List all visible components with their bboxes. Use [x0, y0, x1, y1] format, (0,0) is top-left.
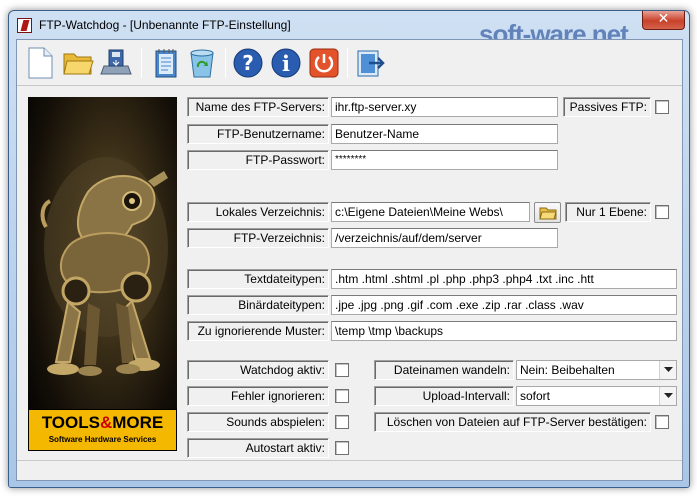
- ftp-password-input[interactable]: ********: [331, 150, 558, 170]
- exit-button[interactable]: [353, 46, 387, 80]
- local-directory-label: Lokales Verzeichnis:: [187, 202, 329, 222]
- close-button[interactable]: ✕: [642, 11, 685, 30]
- convert-names-select[interactable]: Nein: Beibehalten: [516, 360, 677, 380]
- robot-dog-image: [28, 97, 177, 451]
- play-sounds-checkbox[interactable]: [335, 415, 349, 429]
- ftp-username-input[interactable]: Benutzer-Name: [331, 124, 558, 144]
- log-button[interactable]: [149, 46, 183, 80]
- save-button[interactable]: [99, 46, 133, 80]
- chevron-down-icon[interactable]: [659, 387, 676, 405]
- browse-folder-button[interactable]: [534, 202, 561, 223]
- toolbar: ? i: [17, 40, 682, 86]
- logo-subtitle: Software Hardware Services: [48, 435, 157, 444]
- title-bar[interactable]: FTP-Watchdog - [Unbenannte FTP-Einstellu…: [9, 11, 689, 39]
- new-icon: [28, 47, 53, 79]
- ignore-patterns-label: Zu ignorierende Muster:: [187, 321, 329, 341]
- server-name-input[interactable]: ihr.ftp-server.xy: [331, 97, 558, 117]
- text-filetypes-label: Textdateitypen:: [187, 269, 329, 289]
- upload-interval-value: sofort: [520, 389, 551, 403]
- upload-interval-label: Upload-Intervall:: [374, 386, 514, 406]
- ignore-errors-checkbox[interactable]: [335, 389, 349, 403]
- power-icon: [309, 48, 339, 78]
- info-icon: i: [271, 48, 301, 78]
- play-sounds-label: Sounds abspielen:: [187, 412, 329, 432]
- ftp-username-label: FTP-Benutzername:: [187, 124, 329, 144]
- autostart-label: Autostart aktiv:: [187, 438, 329, 458]
- logo-ampersand: &: [99, 413, 113, 432]
- client-area: ? i TOOLS&MORE Software Hardware Service…: [16, 39, 683, 481]
- refresh-recycle-icon: [190, 49, 214, 78]
- logo-word-more: MORE: [112, 413, 164, 432]
- ftp-directory-input[interactable]: /verzeichnis/auf/dem/server: [331, 228, 558, 248]
- folder-icon: [538, 207, 557, 219]
- ignore-patterns-input[interactable]: \temp \tmp \backups: [331, 321, 677, 341]
- one-level-checkbox[interactable]: [655, 205, 669, 219]
- server-name-label: Name des FTP-Servers:: [187, 97, 329, 117]
- passive-ftp-checkbox[interactable]: [655, 100, 669, 114]
- toolbar-separator: [347, 48, 348, 78]
- app-icon[interactable]: [17, 18, 32, 33]
- text-filetypes-input[interactable]: .htm .html .shtml .pl .php .php3 .php4 .…: [331, 269, 677, 289]
- watchdog-active-checkbox[interactable]: [335, 363, 349, 377]
- svg-text:?: ?: [242, 51, 254, 75]
- ignore-errors-label: Fehler ignorieren:: [187, 386, 329, 406]
- open-button[interactable]: [61, 46, 95, 80]
- refresh-button[interactable]: [185, 46, 219, 80]
- svg-text:i: i: [282, 51, 290, 76]
- tools-and-more-logo: TOOLS&MORE Software Hardware Services: [28, 409, 177, 451]
- status-bar: [17, 460, 682, 480]
- one-level-label: Nur 1 Ebene:: [565, 202, 651, 222]
- passive-ftp-label: Passives FTP:: [563, 97, 651, 117]
- help-button[interactable]: ?: [231, 46, 265, 80]
- chevron-down-icon[interactable]: [659, 361, 676, 379]
- save-disk-icon: [100, 49, 132, 75]
- confirm-delete-label: Löschen von Dateien auf FTP-Server bestä…: [374, 412, 651, 432]
- notepad-icon: [155, 49, 177, 78]
- logo-text: TOOLS&MORE: [29, 412, 176, 434]
- watchdog-active-label: Watchdog aktiv:: [187, 360, 329, 380]
- binary-filetypes-label: Binärdateitypen:: [187, 295, 329, 315]
- logo-word-tools: TOOLS: [41, 413, 100, 432]
- convert-names-value: Nein: Beibehalten: [520, 363, 615, 377]
- ftp-directory-label: FTP-Verzeichnis:: [187, 228, 329, 248]
- confirm-delete-checkbox[interactable]: [655, 415, 669, 429]
- upload-interval-select[interactable]: sofort: [516, 386, 677, 406]
- new-file-button[interactable]: [23, 46, 57, 80]
- ftp-password-label: FTP-Passwort:: [187, 150, 329, 170]
- app-window: FTP-Watchdog - [Unbenannte FTP-Einstellu…: [8, 10, 690, 488]
- binary-filetypes-input[interactable]: .jpe .jpg .png .gif .com .exe .zip .rar …: [331, 295, 677, 315]
- window-title: FTP-Watchdog - [Unbenannte FTP-Einstellu…: [39, 18, 291, 32]
- convert-names-label: Dateinamen wandeln:: [374, 360, 514, 380]
- info-button[interactable]: i: [269, 46, 303, 80]
- open-folder-icon: [63, 53, 94, 75]
- autostart-checkbox[interactable]: [335, 441, 349, 455]
- help-icon: ?: [233, 48, 263, 78]
- toolbar-separator: [225, 48, 226, 78]
- exit-icon: [357, 50, 385, 77]
- local-directory-input[interactable]: c:\Eigene Dateien\Meine Webs\: [331, 202, 530, 222]
- toolbar-separator: [141, 48, 142, 78]
- robot-dog-figure: [40, 157, 168, 376]
- quit-button[interactable]: [307, 46, 341, 80]
